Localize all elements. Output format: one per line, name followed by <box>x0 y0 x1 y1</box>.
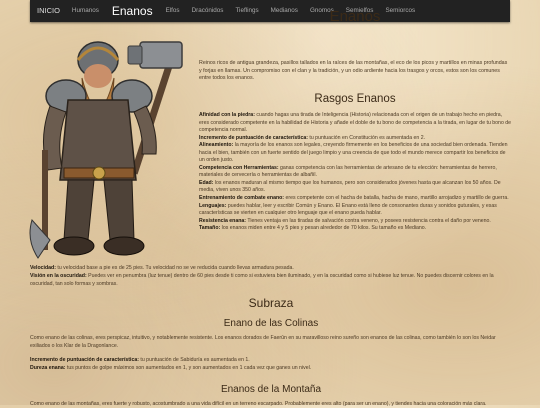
traits-list: Afinidad con la piedra: cuando hagas una… <box>199 112 512 233</box>
subrace-heading: Subraza <box>248 296 294 310</box>
intro-paragraph: Reinos ricos de antigua grandeza, pasill… <box>199 60 508 82</box>
trait-label: Competencia con Herramientas: <box>199 164 279 171</box>
trait-text: los enanos maduran al mismo tiempo que l… <box>199 179 501 194</box>
trait-text: tu velocidad base a pie es de 25 pies. T… <box>55 265 294 271</box>
trait-speed: Velocidad: tu velocidad base a pie es de… <box>30 264 512 272</box>
trait-item: Alineamiento: la mayoría de los enanos s… <box>199 142 512 165</box>
trait-label: Tamaño: <box>199 225 221 232</box>
trait-label: Entrenamiento de combate enano: <box>199 195 285 202</box>
trait-text: eres competente con el hacha de batalla,… <box>284 195 509 202</box>
hill-dwarf-block: Como enano de las colinas, eres perspica… <box>30 334 512 372</box>
nav-item-humanos[interactable]: Humanos <box>66 0 105 22</box>
mountain-dwarf-description: Como enano de las montañas, eres fuerte … <box>30 401 487 407</box>
trait-text: la mayoría de los enanos son legales, cr… <box>199 142 508 164</box>
trait-text: Puedes ver en penumbra (luz tenue) dentr… <box>30 273 494 287</box>
mountain-dwarf-block: Como enano de las montañas, eres fuerte … <box>30 400 512 408</box>
hill-dwarf-description: Como enano de las colinas, eres perspica… <box>30 335 496 349</box>
trait-label: Incremento de puntuación de característi… <box>30 357 139 363</box>
trait-label: Edad: <box>199 179 214 186</box>
trait-darkvision: Visión en la oscuridad: Puedes ver en pe… <box>30 272 512 288</box>
trait-text: tus puntos de golpe máximos son aumentad… <box>65 365 312 371</box>
hill-dwarf-ability: Incremento de puntuación de característi… <box>30 356 512 364</box>
trait-label: Dureza enana: <box>30 365 66 371</box>
trait-label: Visión en la oscuridad: <box>30 273 87 279</box>
nav-item-elfos[interactable]: Elfos <box>160 0 186 22</box>
mountain-dwarf-heading: Enanos de la Montaña <box>220 384 322 395</box>
trait-text: los enanos miden entre 4 y 5 pies y pesa… <box>220 225 427 232</box>
trait-item: Lenguajes: puedes hablar, leer y escribi… <box>199 203 512 218</box>
trait-item: Incremento de puntuación de característi… <box>199 135 512 143</box>
nav-item-enanos[interactable]: Enanos <box>105 0 160 22</box>
nav-item-inicio[interactable]: INICIO <box>30 0 66 22</box>
speed-vision-block: Velocidad: tu velocidad base a pie es de… <box>30 264 512 288</box>
traits-heading: Rasgos Enanos <box>314 93 396 105</box>
trait-text: tu puntuación en Constitución es aumenta… <box>307 134 426 141</box>
page-title: Enanos <box>329 8 381 25</box>
hill-dwarf-heading: Enano de las Colinas <box>223 318 319 329</box>
trait-label: Lenguajes: <box>199 202 227 209</box>
trait-item: Competencia con Herramientas: ganas comp… <box>199 165 512 180</box>
trait-text: puedes hablar, leer y escribir Común y E… <box>199 202 497 217</box>
trait-label: Afinidad con la piedra: <box>199 112 255 118</box>
hill-dwarf-toughness: Dureza enana: tus puntos de golpe máximo… <box>30 364 512 372</box>
trait-item: Afinidad con la piedra: cuando hagas una… <box>199 112 512 135</box>
trait-text: Tienes ventaja en las tiradas de salvaci… <box>246 217 491 224</box>
trait-item: Tamaño: los enanos miden entre 4 y 5 pie… <box>199 225 512 233</box>
trait-label: Resistencia enana: <box>199 217 246 224</box>
trait-label: Velocidad: <box>30 265 56 271</box>
trait-item: Entrenamiento de combate enano: eres com… <box>199 195 512 203</box>
dwarf-figure-icon <box>29 41 183 259</box>
trait-item: Edad: los enanos maduran al mismo tiempo… <box>199 180 512 195</box>
trait-text: tu puntuación de Sabiduría es aumentada … <box>138 357 250 363</box>
trait-label: Incremento de puntuación de característi… <box>199 134 308 141</box>
dwarf-warrior-illustration <box>28 30 196 266</box>
trait-label: Alineamiento: <box>199 142 234 149</box>
trait-item: Resistencia enana: Tienes ventaja en las… <box>199 218 512 226</box>
